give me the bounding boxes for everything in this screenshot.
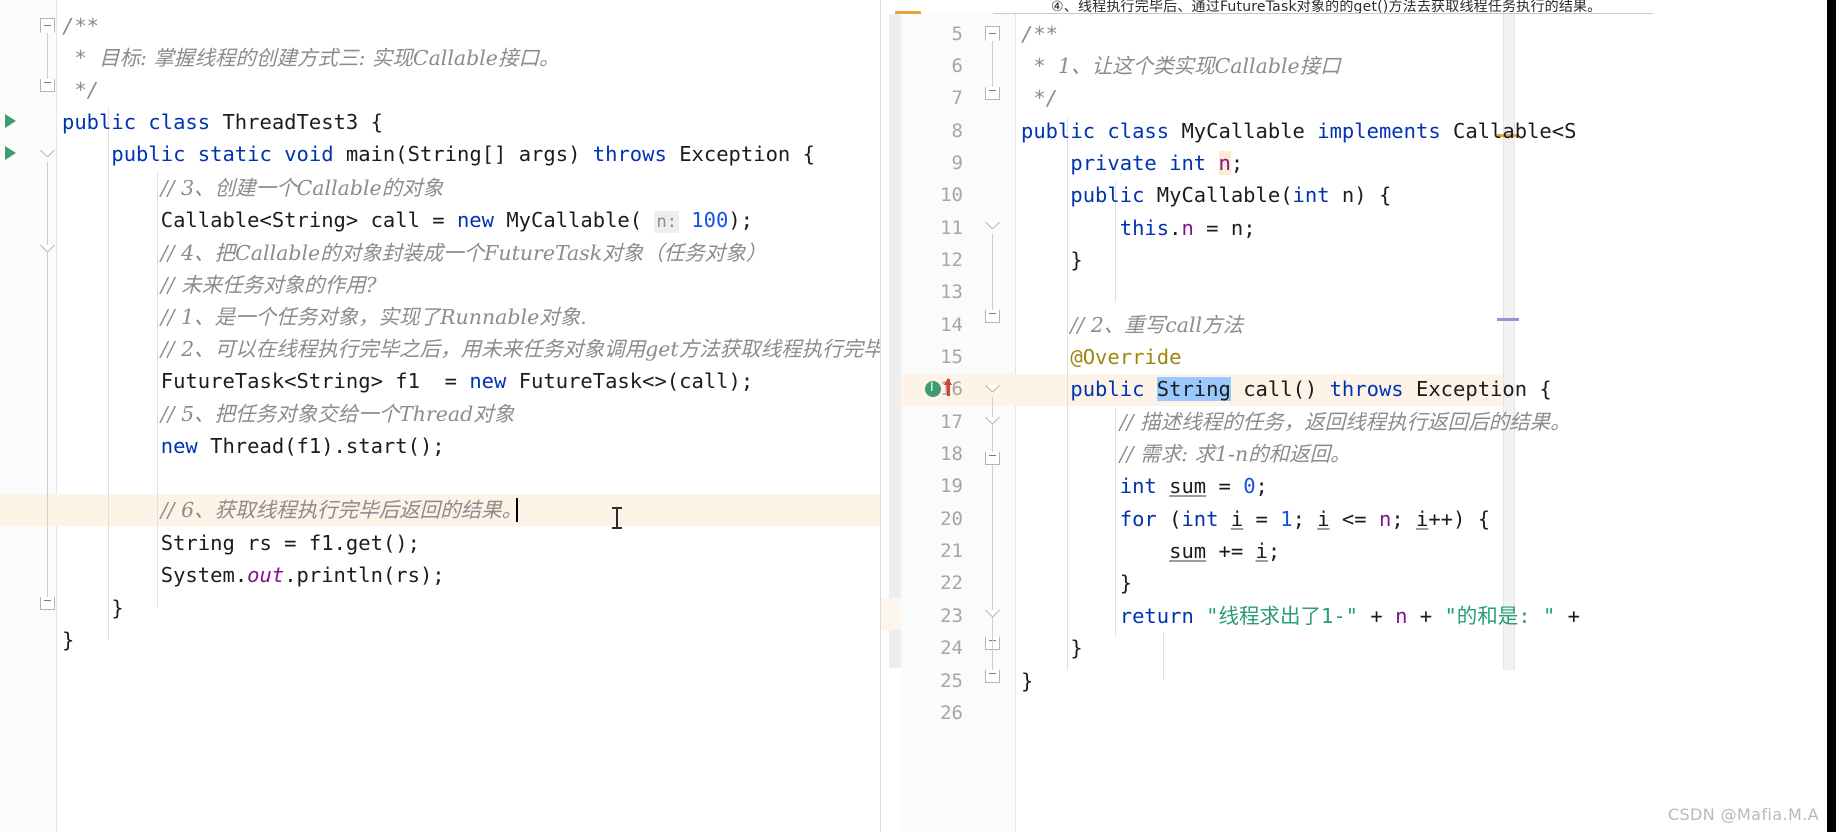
right-line-16: public String call() throws Exception { xyxy=(1070,377,1552,401)
rail-mark-info[interactable] xyxy=(1497,318,1519,321)
left-line-17: String rs = f1.get(); xyxy=(160,531,420,555)
right-line-7: */ xyxy=(1021,86,1059,110)
left-line-10: // 1、是一个任务对象，实现了Runnable对象. xyxy=(160,305,587,329)
left-line-20: } xyxy=(62,628,75,652)
right-fold-for-open[interactable] xyxy=(985,610,1000,617)
line-number: 19 xyxy=(940,475,963,497)
right-fold-ctor-end[interactable] xyxy=(985,310,1000,323)
left-line-3: */ xyxy=(62,78,100,102)
left-line-7: Callable<String> call = new MyCallable( … xyxy=(160,208,753,233)
right-editor-pane[interactable]: ④、线程执行完毕后、通过FutureTask对象的的get()方法去获取线程任务… xyxy=(880,0,1836,832)
right-fold-line-call xyxy=(992,397,993,637)
override-arrow-icon[interactable] xyxy=(944,378,952,396)
right-line-21: sum += i; xyxy=(1169,539,1281,563)
line-number: 7 xyxy=(951,87,963,109)
line-number: 22 xyxy=(940,572,963,594)
left-fold-gutter[interactable] xyxy=(26,0,56,832)
right-line-10: public MyCallable(int n) { xyxy=(1070,183,1392,207)
line-number: 17 xyxy=(940,411,963,433)
right-fold-for-end[interactable] xyxy=(985,670,1000,683)
line-number: 9 xyxy=(951,152,963,174)
csdn-watermark: CSDN @Mafia.M.A xyxy=(1667,805,1819,824)
right-scroll-rail[interactable] xyxy=(1503,14,1515,670)
right-line-20: for (int i = 1; i <= n; i++) { xyxy=(1119,507,1491,531)
left-line-1: /** xyxy=(62,14,100,38)
right-line-9: private int n; xyxy=(1070,151,1244,175)
right-fold-line-ctor xyxy=(992,234,993,314)
right-fold-inner1[interactable] xyxy=(985,417,1000,424)
fold-marker-javadoc-end[interactable] xyxy=(40,79,55,92)
fold-line-main xyxy=(47,162,48,597)
run-main-icon[interactable] xyxy=(5,146,16,160)
mouse-ibeam-cursor xyxy=(612,507,622,529)
right-line-8: public class MyCallable implements Calla… xyxy=(1021,119,1577,143)
right-fold-call-open[interactable] xyxy=(985,385,1000,392)
left-scroll-rail[interactable] xyxy=(889,14,901,668)
left-line-14: new Thread(f1).start(); xyxy=(160,434,445,458)
right-line-15: @Override xyxy=(1070,345,1182,369)
run-class-icon[interactable] xyxy=(5,114,16,128)
text-caret xyxy=(516,498,518,522)
left-line-4: public class ThreadTest3 { xyxy=(62,110,383,134)
right-line-5: /** xyxy=(1021,22,1059,46)
right-line-18: // 需求: 求1-n的和返回。 xyxy=(1119,442,1351,466)
screenshot-root: /** * 目标: 掌握线程的创建方式三: 实现Callable接口。 */ p… xyxy=(0,0,1836,832)
right-line-6: * 1、让这个类实现Callable接口 xyxy=(1021,54,1341,78)
right-line-14: // 2、重写call方法 xyxy=(1070,313,1244,337)
right-line-19: int sum = 0; xyxy=(1119,474,1268,498)
left-line-8: // 4、把Callable的对象封装成一个FutureTask对象（任务对象） xyxy=(160,241,767,265)
left-line-6: // 3、创建一个Callable的对象 xyxy=(160,176,444,200)
line-number: 8 xyxy=(951,120,963,142)
left-line-5: public static void main(String[] args) t… xyxy=(111,142,815,166)
right-line-17: // 描述线程的任务，返回线程执行返回后的结果。 xyxy=(1119,410,1571,434)
line-number: 11 xyxy=(940,217,963,239)
right-line-23: return "线程求出了1-" + n + "的和是: " + xyxy=(1119,604,1580,628)
right-line-25: } xyxy=(1021,669,1034,693)
right-fold-javadoc-end[interactable] xyxy=(985,87,1000,100)
right-indent-guide-4 xyxy=(1163,632,1164,680)
left-line-18: System.out.println(rs); xyxy=(160,563,445,587)
line-number: 26 xyxy=(940,702,963,724)
line-number: 14 xyxy=(940,314,963,336)
line-number: 13 xyxy=(940,281,963,303)
right-soft-highlight xyxy=(881,598,901,630)
right-line-12: } xyxy=(1021,248,1083,272)
left-line-13: // 5、把任务对象交给一个Thread对象 xyxy=(160,402,515,426)
left-line-12: FutureTask<String> f1 = new FutureTask<>… xyxy=(160,369,754,393)
window-right-edge xyxy=(1827,0,1836,832)
left-line-9: // 未来任务对象的作用? xyxy=(160,273,377,297)
fold-marker-main-open[interactable] xyxy=(40,150,55,157)
top-banner-text: ④、线程执行完毕后、通过FutureTask对象的的get()方法去获取线程任务… xyxy=(1051,0,1602,14)
right-fold-inner1-end[interactable] xyxy=(985,452,1000,465)
line-number: 24 xyxy=(940,637,963,659)
line-number: 10 xyxy=(940,184,963,206)
left-line-19: } xyxy=(62,596,124,620)
implements-method-icon[interactable] xyxy=(925,380,941,397)
fold-marker-javadoc-open[interactable] xyxy=(40,18,55,33)
fold-marker-main-end[interactable] xyxy=(40,597,55,610)
line-number: 20 xyxy=(940,508,963,530)
left-editor-pane[interactable]: /** * 目标: 掌握线程的创建方式三: 实现Callable接口。 */ p… xyxy=(0,0,880,832)
right-line-11: this.n = n; xyxy=(1119,216,1256,240)
top-banner-strip: ④、线程执行完毕后、通过FutureTask对象的的get()方法去获取线程任务… xyxy=(881,0,1836,14)
line-number: 5 xyxy=(951,23,963,45)
right-fold-ctor-open[interactable] xyxy=(985,222,1000,229)
line-number: 6 xyxy=(951,55,963,77)
fold-marker-inner[interactable] xyxy=(40,245,55,252)
left-line-2: * 目标: 掌握线程的创建方式三: 实现Callable接口。 xyxy=(62,46,560,70)
right-line-22: } xyxy=(1021,571,1133,595)
line-number: 15 xyxy=(940,346,963,368)
fold-line-javadoc xyxy=(47,33,48,79)
right-fold-javadoc-open[interactable] xyxy=(985,26,1000,41)
right-fold-line-javadoc xyxy=(992,41,993,87)
left-line-11: // 2、可以在线程执行完毕之后，用未来任务对象调用get方法获取线程执行完毕后 xyxy=(160,337,880,361)
line-number: 12 xyxy=(940,249,963,271)
line-number: 21 xyxy=(940,540,963,562)
right-line-24: } xyxy=(1021,636,1083,660)
line-number: 25 xyxy=(940,670,963,692)
left-line-16: // 6、获取线程执行完毕后返回的结果。 xyxy=(160,498,523,522)
right-fold-line-for xyxy=(992,622,993,670)
line-number: 23 xyxy=(940,605,963,627)
line-number: 18 xyxy=(940,443,963,465)
